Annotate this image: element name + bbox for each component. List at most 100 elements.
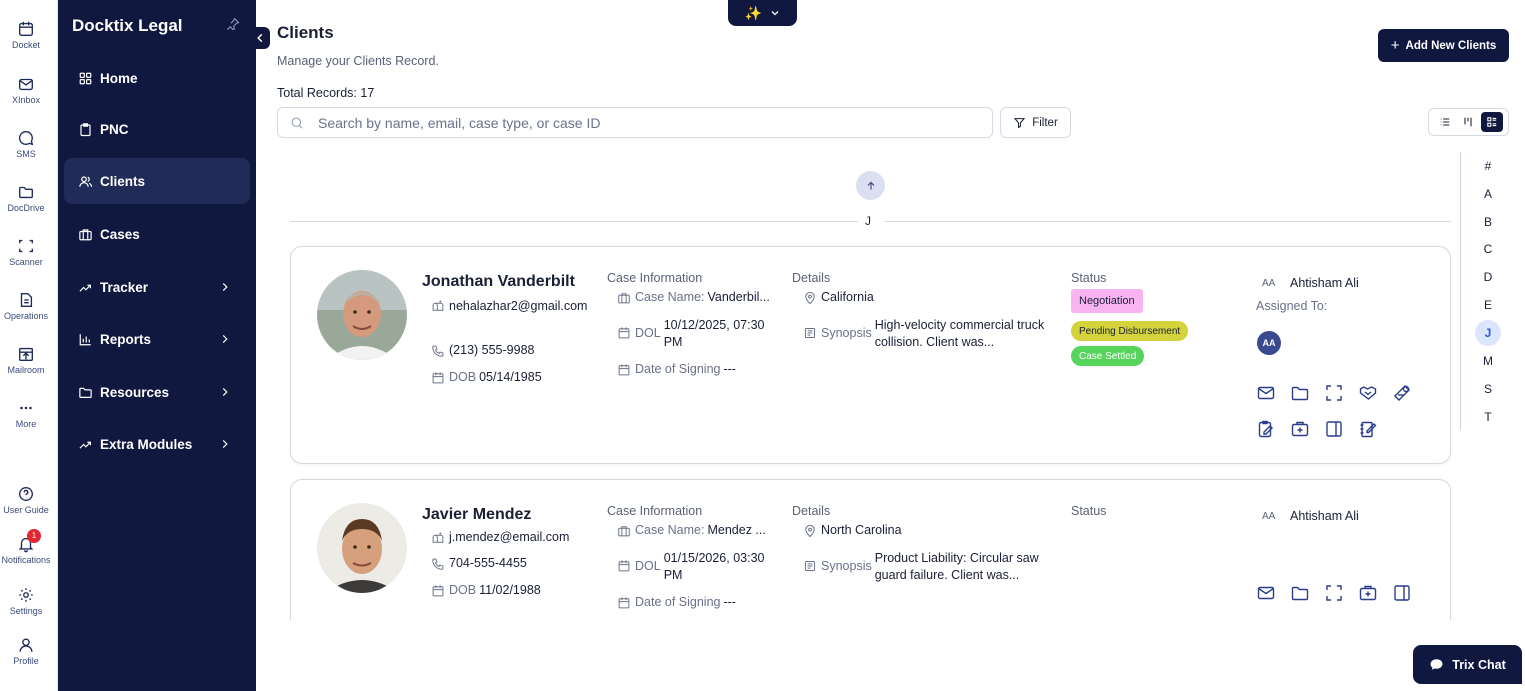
alpha-index-t[interactable]: T (1475, 404, 1501, 430)
email-action-icon[interactable] (1256, 383, 1278, 405)
details-header: Details (792, 271, 831, 285)
client-phone-row: 704-555-4455 (431, 556, 527, 571)
sidebar-item-tracker[interactable]: Tracker (64, 264, 250, 310)
sidebar-item-extra-modules[interactable]: Extra Modules (64, 421, 250, 467)
notes-edit-action-icon[interactable] (1358, 419, 1380, 441)
client-location: North Carolina (821, 523, 902, 537)
rail-scanner[interactable]: Scanner (0, 237, 52, 267)
sidebar-item-resources[interactable]: Resources (64, 369, 250, 415)
chevron-right-icon (222, 334, 228, 344)
medical-kit-action-icon[interactable] (1290, 419, 1312, 441)
case-information-header: Case Information (607, 504, 703, 518)
ai-assistant-button[interactable]: ✨ (728, 0, 797, 26)
rail-user-guide[interactable]: User Guide (0, 485, 52, 515)
chevron-down-icon (771, 11, 779, 16)
add-new-clients-button[interactable]: + Add New Clients (1378, 29, 1509, 62)
rail-label: SMS (16, 149, 36, 159)
rail-xinbox[interactable]: XInbox (0, 75, 52, 105)
sidebar-item-reports[interactable]: Reports (64, 316, 250, 362)
status-header: Status (1071, 271, 1107, 285)
rail-docdrive[interactable]: DocDrive (0, 183, 52, 213)
note-icon (804, 327, 816, 339)
mailbox-icon (432, 532, 444, 543)
calendar-icon (432, 372, 444, 384)
rail-sms[interactable]: SMS (0, 129, 52, 159)
alpha-index-j[interactable]: J (1475, 320, 1501, 346)
alpha-index-s[interactable]: S (1475, 376, 1501, 402)
client-card[interactable]: Jonathan Vanderbilt nehalazhar2@gmail.co… (290, 246, 1451, 464)
help-icon (19, 487, 33, 501)
alpha-index-e[interactable]: E (1475, 292, 1501, 318)
rail-profile[interactable]: Profile (0, 636, 52, 666)
calendar-icon (618, 597, 630, 609)
chat-bubble-icon (18, 131, 34, 146)
notification-badge: 1 (27, 529, 41, 543)
folder-icon (19, 186, 33, 199)
assigned-avatar[interactable]: AA (1257, 331, 1281, 355)
panel-action-icon[interactable] (1324, 419, 1346, 441)
dol-row: DOL 01/15/2026, 03:30 PM (617, 550, 787, 584)
folder-action-icon[interactable] (1290, 383, 1312, 405)
sidebar-item-label: Reports (100, 331, 152, 347)
card-view-button[interactable] (1481, 112, 1504, 132)
scan-action-icon[interactable] (1324, 383, 1346, 405)
alpha-index-a[interactable]: A (1475, 181, 1501, 207)
alpha-index-hash[interactable]: # (1475, 153, 1501, 179)
phone-icon (432, 345, 444, 357)
rail-label: DocDrive (7, 203, 45, 213)
sidebar-collapse-button[interactable] (250, 27, 270, 49)
clipboard-edit-action-icon[interactable] (1256, 419, 1278, 441)
medical-kit-action-icon[interactable] (1358, 583, 1380, 605)
add-new-clients-label: Add New Clients (1405, 39, 1497, 52)
rail-operations[interactable]: Operations (0, 291, 52, 321)
list-view-button[interactable] (1434, 112, 1456, 132)
filter-button[interactable]: Filter (1000, 107, 1071, 138)
chevron-right-icon (222, 387, 228, 397)
folder-action-icon[interactable] (1290, 583, 1312, 605)
scan-icon (19, 239, 33, 253)
rail-settings[interactable]: Settings (0, 586, 52, 616)
settlement-action-icon[interactable] (1392, 383, 1414, 405)
rail-notifications[interactable]: 1 Notifications (0, 529, 52, 565)
scan-action-icon[interactable] (1324, 583, 1346, 605)
sidebar-item-clients[interactable]: Clients (64, 158, 250, 204)
client-phone[interactable]: 704-555-4455 (449, 556, 527, 570)
sidebar-item-cases[interactable]: Cases (64, 211, 250, 257)
email-action-icon[interactable] (1256, 583, 1278, 605)
rail-docket[interactable]: Docket (0, 20, 52, 50)
handshake-action-icon[interactable] (1358, 383, 1380, 405)
sidebar-item-home[interactable]: Home (64, 55, 250, 101)
filter-label: Filter (1032, 116, 1058, 129)
scroll-to-top-button[interactable] (856, 171, 885, 200)
status-badge-case-settled: Case Settled (1071, 346, 1145, 366)
status-header: Status (1071, 504, 1107, 518)
trend-icon (79, 441, 91, 449)
client-location: California (821, 290, 874, 304)
search-input[interactable] (318, 114, 958, 131)
alpha-index-c[interactable]: C (1475, 236, 1501, 262)
rail-mailroom[interactable]: Mailroom (0, 345, 52, 375)
client-email[interactable]: nehalazhar2@gmail.com (449, 298, 587, 315)
client-card[interactable]: Javier Mendez j.mendez@email.com 704-555… (290, 479, 1451, 639)
viewport-bottom-mask (256, 620, 1460, 691)
client-name[interactable]: Javier Mendez (422, 506, 531, 524)
sidebar-item-pnc[interactable]: PNC (64, 106, 250, 152)
calendar-icon (618, 364, 630, 376)
mailbox-icon (432, 300, 444, 311)
page-subtitle: Manage your Clients Record. (277, 54, 439, 68)
pin-icon[interactable] (226, 17, 240, 31)
client-email-row: nehalazhar2@gmail.com (431, 298, 591, 315)
case-name-label: Case Name: (635, 523, 705, 537)
client-email[interactable]: j.mendez@email.com (449, 530, 569, 544)
client-name[interactable]: Jonathan Vanderbilt (422, 273, 575, 291)
panel-action-icon[interactable] (1392, 583, 1414, 605)
rail-more[interactable]: More (0, 399, 52, 429)
alpha-index-b[interactable]: B (1475, 209, 1501, 235)
client-synopsis: Product Liability: Circular saw guard fa… (874, 551, 1039, 582)
alpha-index-d[interactable]: D (1475, 264, 1501, 290)
app-root: Docket XInbox SMS DocDrive Scanner Opera… (0, 0, 1525, 691)
alpha-index-m[interactable]: M (1475, 348, 1501, 374)
columns-view-button[interactable] (1457, 112, 1479, 132)
trix-chat-button[interactable]: Trix Chat (1413, 645, 1522, 684)
client-phone[interactable]: (213) 555-9988 (449, 343, 534, 357)
